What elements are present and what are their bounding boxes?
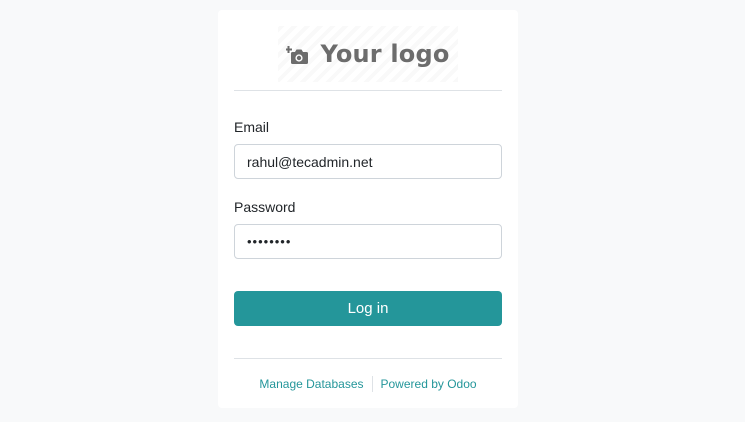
powered-by-odoo-link[interactable]: Powered by Odoo <box>373 376 485 392</box>
password-field[interactable]: •••••••• <box>234 224 502 259</box>
manage-databases-link[interactable]: Manage Databases <box>251 376 371 392</box>
email-value: rahul@tecadmin.net <box>247 153 373 170</box>
email-field[interactable]: rahul@tecadmin.net <box>234 144 502 179</box>
footer: Manage Databases Powered by Odoo <box>218 376 518 392</box>
password-label: Password <box>234 199 296 215</box>
password-value: •••••••• <box>247 234 292 249</box>
footer-divider <box>234 358 502 359</box>
header-divider <box>234 90 502 91</box>
camera-plus-icon <box>285 43 310 65</box>
login-card: Your logo Email rahul@tecadmin.net Passw… <box>218 10 518 408</box>
email-label: Email <box>234 119 270 135</box>
login-button[interactable]: Log in <box>234 291 502 326</box>
logo-text: Your logo <box>320 40 450 68</box>
logo: Your logo <box>278 26 458 82</box>
login-page: Your logo Email rahul@tecadmin.net Passw… <box>0 0 745 422</box>
